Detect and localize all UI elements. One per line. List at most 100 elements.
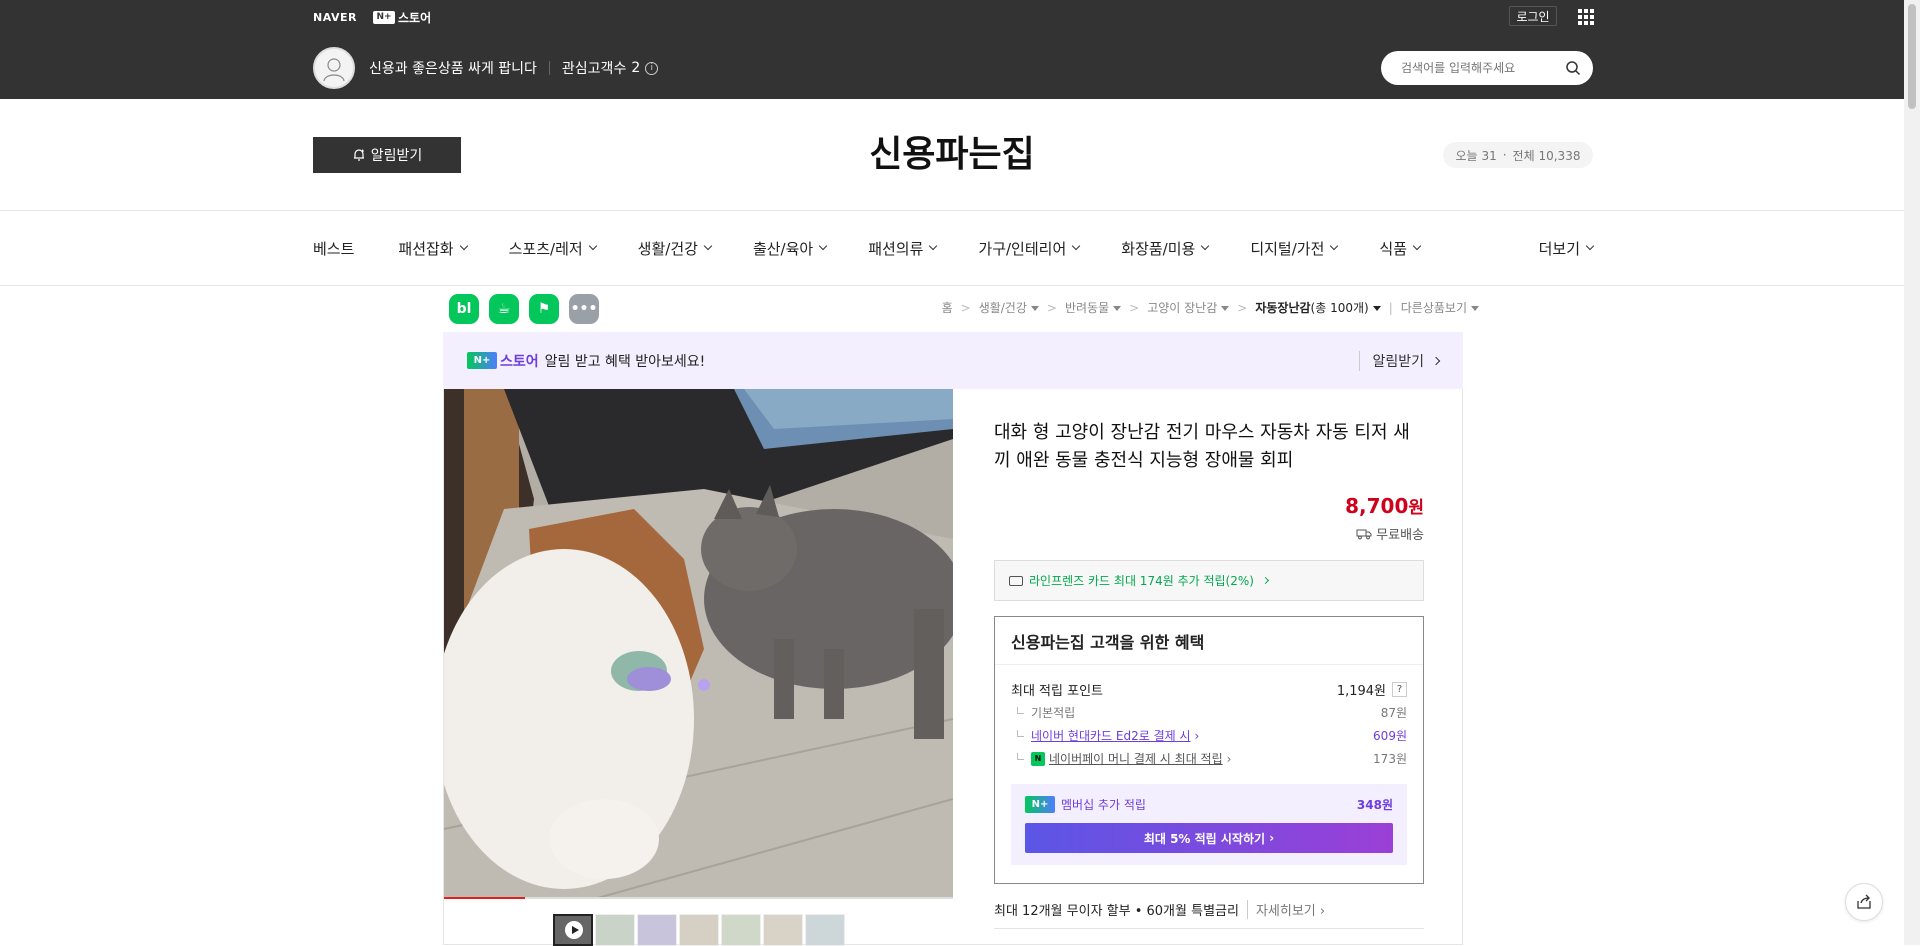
caret-down-icon <box>1221 306 1230 311</box>
divider <box>994 928 1424 929</box>
breadcrumb-cat3[interactable]: 고양이 장난감 <box>1147 299 1230 316</box>
chevron-down-icon <box>1585 241 1595 251</box>
membership-start-button[interactable]: 최대 5% 적립 시작하기 › <box>1025 823 1393 853</box>
npay-icon: N <box>1031 751 1045 766</box>
chevron-down-icon <box>1330 241 1339 251</box>
other-products-dropdown[interactable]: 다른상품보기 <box>1401 299 1479 316</box>
divider <box>548 61 550 75</box>
product-video[interactable] <box>444 389 953 899</box>
nav-item-digital[interactable]: 디지털/가전 <box>1250 238 1339 259</box>
store-logo-label: 스토어 <box>397 10 432 25</box>
visit-counter: 오늘 31 · 전체 10,338 <box>1443 142 1593 168</box>
basic-points-row: 기본적립 87원 <box>1011 701 1407 724</box>
thumbnail[interactable] <box>763 914 803 946</box>
caret-down-icon <box>1030 306 1039 311</box>
nav-more-button[interactable]: 더보기 <box>1539 238 1595 259</box>
profile-face-icon <box>323 58 345 82</box>
more-icon[interactable]: ••• <box>569 294 599 324</box>
product-cats-image <box>444 389 953 899</box>
max-points-row: 최대 적립 포인트 1,194원? <box>1011 677 1407 701</box>
chevron-down-icon <box>588 241 597 251</box>
blog-icon[interactable]: bl <box>449 294 479 324</box>
search-input[interactable] <box>1401 61 1561 75</box>
thumbnail-video[interactable] <box>553 914 593 946</box>
share-icon <box>1857 894 1871 909</box>
shipping-info: 무료배송 <box>994 524 1424 543</box>
page-scrollbar[interactable] <box>1904 0 1920 945</box>
breadcrumb-cat2[interactable]: 반려동물 <box>1065 299 1122 316</box>
chevron-down-icon <box>459 241 468 251</box>
thumbnail[interactable] <box>637 914 677 946</box>
caret-down-icon <box>1113 306 1122 311</box>
store-header: 알림받기 신용파는집 오늘 31 · 전체 10,338 <box>0 99 1904 211</box>
divider <box>0 285 1904 286</box>
nplus-badge-icon: N+ <box>1025 796 1055 813</box>
chevron-down-icon <box>818 241 828 251</box>
benefit-box: 신용파는집 고객을 위한 혜택 최대 적립 포인트 1,194원? 기본적립 8… <box>994 616 1424 884</box>
thumbnail[interactable] <box>805 914 845 946</box>
nav-item-best[interactable]: 베스트 <box>313 238 354 259</box>
apps-grid-icon[interactable] <box>1578 9 1594 25</box>
store-title[interactable]: 신용파는집 <box>0 125 1904 177</box>
share-button[interactable] <box>1845 883 1883 921</box>
installment-details-link[interactable]: 자세히보기 › <box>1246 899 1325 919</box>
today-label: 오늘 <box>1455 148 1478 163</box>
promo-notify-link[interactable]: 알림받기 <box>1359 350 1441 371</box>
hyundai-card-link[interactable]: 네이버 현대카드 Ed2로 결제 시 <box>1031 727 1191 744</box>
play-icon <box>565 921 583 939</box>
nav-item-food[interactable]: 식품 <box>1379 238 1422 259</box>
search-box <box>1381 51 1593 85</box>
chevron-right-icon: › <box>1269 831 1275 845</box>
nav-item-fashion-goods[interactable]: 패션잡화 <box>398 238 468 259</box>
breadcrumb-cat1[interactable]: 생활/건강 <box>979 299 1039 316</box>
nav-item-sports[interactable]: 스포츠/레저 <box>509 238 597 259</box>
nav-item-baby[interactable]: 출산/육아 <box>753 238 828 259</box>
npay-points-row: N 네이버페이 머니 결제 시 최대 적립 › 173원 <box>1011 747 1407 770</box>
search-icon[interactable] <box>1565 60 1581 76</box>
thumbnail[interactable] <box>595 914 635 946</box>
naver-logo[interactable]: NAVER <box>313 11 357 24</box>
interest-count: 2 <box>631 60 641 76</box>
nav-item-fashion-clothes[interactable]: 패션의류 <box>868 238 938 259</box>
chevron-right-icon <box>1431 356 1441 365</box>
naver-plus-store-logo[interactable]: N+ 스토어 <box>372 9 432 26</box>
bookmark-icon[interactable]: ⚑ <box>529 294 559 324</box>
nplus-store-logo: N+ 스토어 <box>467 351 539 371</box>
video-progress-bar[interactable] <box>444 897 953 899</box>
help-icon[interactable]: ? <box>1392 681 1407 697</box>
total-value: 10,338 <box>1538 148 1581 163</box>
chevron-down-icon <box>1412 241 1422 251</box>
cafe-icon[interactable]: ☕ <box>489 294 519 324</box>
breadcrumb-cat4[interactable]: 자동장난감(총 100개) <box>1255 299 1381 316</box>
scrollbar-thumb[interactable] <box>1908 4 1916 109</box>
product-price: 8,700원 <box>1345 494 1424 518</box>
thumbnail[interactable] <box>679 914 719 946</box>
nav-item-living-health[interactable]: 생활/건강 <box>638 238 713 259</box>
chevron-right-icon: › <box>1226 751 1232 766</box>
credit-card-icon <box>1009 575 1023 586</box>
total-label: 전체 <box>1512 148 1535 163</box>
store-description: 신용과 좋은상품 싸게 팝니다 <box>369 61 537 77</box>
chevron-right-icon <box>1261 576 1269 585</box>
thumbnail[interactable] <box>721 914 761 946</box>
nplus-badge-icon: N+ <box>467 352 497 369</box>
interest-customers: 관심고객수 2 i <box>562 58 659 78</box>
product-title: 대화 형 고양이 장난감 전기 마우스 자동차 자동 티저 새끼 애완 동물 충… <box>994 422 1410 471</box>
promo-banner: N+ 스토어 알림 받고 혜택 받아보세요! 알림받기 <box>443 332 1463 389</box>
info-icon[interactable]: i <box>645 61 659 75</box>
chevron-down-icon <box>1201 241 1210 251</box>
membership-row: N+ 멤버십 추가 적립 348원 <box>1025 796 1393 813</box>
nav-item-furniture[interactable]: 가구/인테리어 <box>978 238 1081 259</box>
nav-item-beauty[interactable]: 화장품/미용 <box>1121 238 1210 259</box>
breadcrumb-home[interactable]: 홈 <box>942 299 953 316</box>
card-benefit-banner[interactable]: 라인프렌즈 카드 최대 174원 추가 적립(2%) <box>994 560 1424 601</box>
product-info: 대화 형 고양이 장난감 전기 마우스 자동차 자동 티저 새끼 애완 동물 충… <box>994 419 1424 929</box>
login-button[interactable]: 로그인 <box>1509 6 1557 26</box>
installment-info: 최대 12개월 무이자 할부 • 60개월 특별금리 자세히보기 › <box>994 898 1424 920</box>
npay-link[interactable]: 네이버페이 머니 결제 시 최대 적립 <box>1049 750 1223 767</box>
category-nav: 베스트 패션잡화 스포츠/레저 생활/건강 출산/육아 패션의류 가구/인테리어… <box>313 211 1595 285</box>
caret-down-icon <box>1372 306 1381 311</box>
thumbnail-strip <box>553 914 845 946</box>
avatar[interactable] <box>313 47 355 89</box>
caret-down-icon <box>1471 306 1479 311</box>
